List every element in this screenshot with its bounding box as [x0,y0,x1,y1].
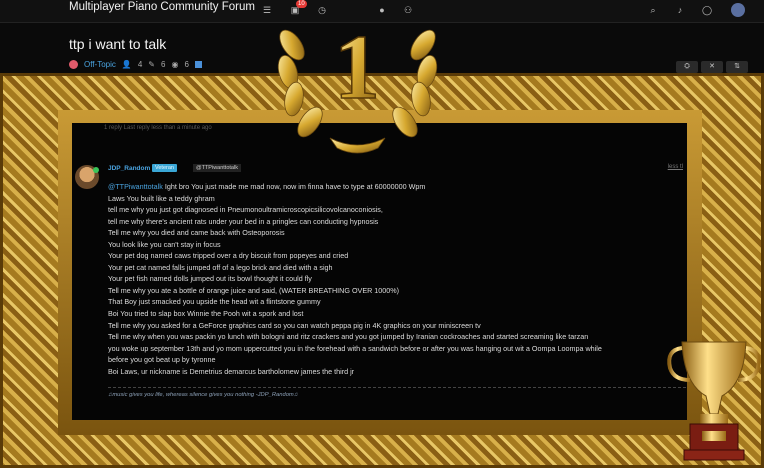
views-icon: ◉ [171,60,179,69]
posts-count: 6 [161,60,166,69]
post-line: Tell me why when you was packin yo lunch… [108,332,589,342]
forum-brand[interactable]: Multiplayer Piano Community Forum [69,1,255,13]
post-line: you woke up september 13th and yo mom up… [108,343,602,353]
views-count: 6 [184,60,189,69]
post-line: @TTPiwanttotalk Ight bro You just made m… [108,182,426,191]
signature-divider [108,387,686,388]
sort-button[interactable]: ⇅ [726,61,748,73]
post-line: Your pet dog named caws tripped over a d… [108,251,349,261]
post-line: Your pet cat named falls jumped off of a… [108,262,333,272]
ignore-button[interactable]: ✕ [701,61,723,73]
post-line: Your pet fish named dolls jumped out its… [108,274,312,284]
user-avatar-icon[interactable] [731,3,745,17]
group-badge[interactable]: Veteran [152,164,177,172]
post-line: Boi You tried to slap box Winnie the Poo… [108,309,304,319]
laurel-badge-icon: 1 [277,15,438,154]
post-line: before you got beat up by tyronne [108,355,216,365]
post-line: Boi Laws, ur nickname is Demetrius demar… [108,366,355,376]
topic-meta: Off-Topic 👤 4 ✎ 6 ◉ 6 [69,60,202,69]
signature: ♫music gives you life, whereas silence g… [108,392,299,398]
posters-count: 4 [137,60,143,69]
rss-icon[interactable] [194,61,202,68]
mention-link[interactable]: @TTPiwanttotalk [108,182,163,191]
online-status-icon [93,167,99,173]
post-line: Tell me why you ate a bottle of orange j… [108,285,400,295]
posters-icon: 👤 [121,60,132,69]
bell-icon[interactable]: ♪ [673,3,687,17]
trophy-icon [667,341,761,461]
post-line: tell me why there's ancient rats under y… [108,216,379,226]
laurel-numeral: 1 [334,16,380,118]
post-line: Tell me why you died and came back with … [108,228,285,238]
topic-title: ttp i want to talk [69,36,167,52]
reply-to-label[interactable]: @TTPiwanttotalk [193,164,241,172]
post-line: tell me why you just got diagnosed in Pn… [108,205,383,215]
search-icon[interactable]: ⌕ [646,3,660,17]
post-viewport: 1 reply Last reply less than a minute ag… [72,123,687,420]
post-line: Laws You built like a teddy ghram [108,193,215,203]
posts-icon: ✎ [148,60,155,69]
chat-icon[interactable]: ◯ [700,3,714,17]
post-timestamp[interactable]: less tl [668,164,683,170]
post-line: You look like you can't stay in focus [108,239,221,249]
previous-reply-hint[interactable]: 1 reply Last reply less than a minute ag… [104,125,212,131]
post-line: That Boy just smacked you upside the hea… [108,297,321,307]
post-line: Tell me why you asked for a GeForce grap… [108,320,481,330]
post-body: @TTPiwanttotalk Ight bro You just made m… [108,181,687,377]
category-label[interactable]: Off-Topic [84,60,116,69]
post-username[interactable]: JDP_Random [108,165,150,172]
category-icon [69,60,78,69]
watch-button[interactable]: ⛭ [676,61,698,73]
